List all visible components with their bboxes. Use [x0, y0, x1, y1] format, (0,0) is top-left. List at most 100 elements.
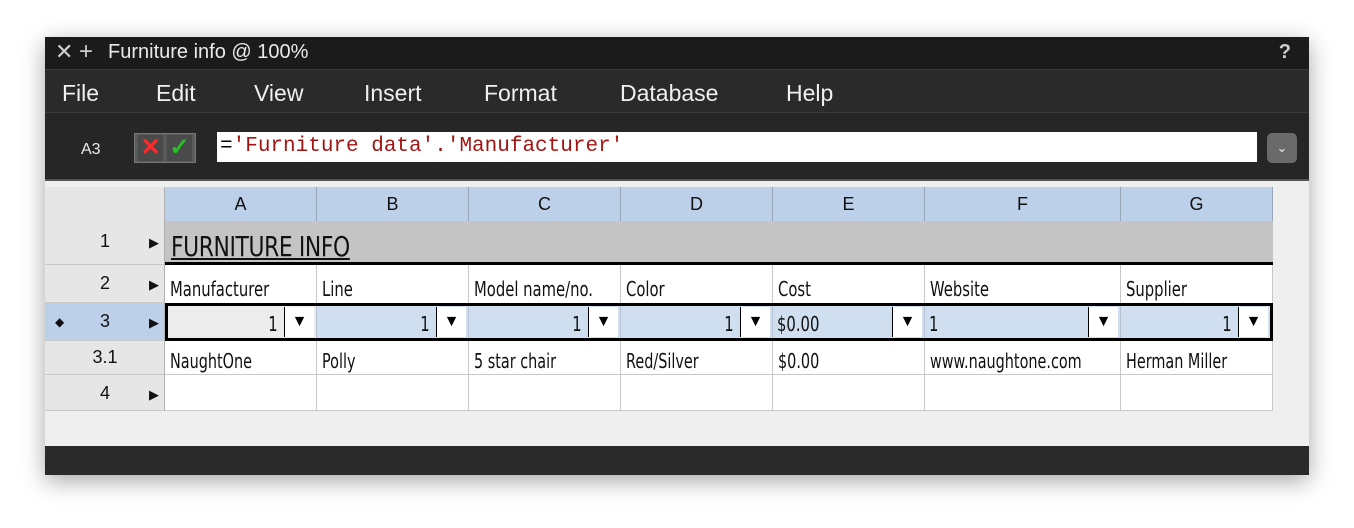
data-cell-supplier[interactable]: Herman Miller	[1121, 341, 1273, 375]
filter-value: 1	[724, 312, 734, 336]
row-number: 3	[99, 311, 110, 331]
column-header-f[interactable]: F	[925, 187, 1121, 221]
formula-prefix: =	[220, 135, 233, 158]
header-cell-line[interactable]: Line	[317, 265, 469, 303]
close-icon[interactable]: ✕	[55, 39, 73, 65]
filter-value: 1	[929, 312, 939, 336]
filter-row: 1 ▼ 1 ▼ 1 ▼ 1 ▼ $0.00 ▼ 1 ▼ 1 ▼	[165, 303, 1273, 341]
menu-view[interactable]: View	[254, 80, 303, 107]
empty-cell[interactable]	[469, 375, 621, 411]
filter-value: 1	[1222, 312, 1232, 336]
dropdown-arrow-icon[interactable]: ▼	[740, 307, 770, 337]
empty-cell[interactable]	[621, 375, 773, 411]
dropdown-arrow-icon[interactable]: ▼	[436, 307, 466, 337]
menu-edit[interactable]: Edit	[156, 80, 196, 107]
column-header-b[interactable]: B	[317, 187, 469, 221]
cell-value: $0.00	[778, 349, 820, 373]
data-cell-color[interactable]: Red/Silver	[621, 341, 773, 375]
data-cell-line[interactable]: Polly	[317, 341, 469, 375]
header-cell-website[interactable]: Website	[925, 265, 1121, 303]
column-header-d[interactable]: D	[621, 187, 773, 221]
status-bar	[45, 446, 1309, 475]
new-window-icon[interactable]: +	[79, 38, 93, 66]
header-label: Website	[930, 277, 990, 301]
data-cell-manufacturer[interactable]: NaughtOne	[165, 341, 317, 375]
formula-bar: A3 ✕ ✓ ='Furniture data'.'Manufacturer' …	[45, 113, 1309, 181]
header-cell-color[interactable]: Color	[621, 265, 773, 303]
cell-value: Red/Silver	[626, 349, 699, 373]
header-label: Manufacturer	[170, 277, 270, 301]
cancel-icon[interactable]: ✕	[138, 135, 163, 161]
data-cell-website[interactable]: www.naughtone.com	[925, 341, 1121, 375]
header-label: Color	[626, 277, 665, 301]
row-number: 2	[99, 273, 110, 293]
accept-icon[interactable]: ✓	[167, 135, 192, 161]
row-header-2[interactable]: 2 ▶	[45, 265, 165, 303]
select-all-corner[interactable]	[45, 187, 165, 221]
filter-cell-model[interactable]: 1 ▼	[469, 306, 621, 338]
cell-value: 5 star chair	[474, 349, 557, 373]
filter-cell-manufacturer[interactable]: 1 ▼	[168, 306, 317, 338]
cell-reference[interactable]: A3	[81, 141, 101, 159]
empty-cell[interactable]	[1121, 375, 1273, 411]
title-cell[interactable]: FURNITURE INFO	[165, 221, 1273, 265]
column-header-a[interactable]: A	[165, 187, 317, 221]
empty-cell[interactable]	[317, 375, 469, 411]
menu-file[interactable]: File	[62, 80, 99, 107]
formula-input[interactable]: ='Furniture data'.'Manufacturer'	[217, 132, 1257, 162]
menu-format[interactable]: Format	[484, 80, 557, 107]
window-title: Furniture info @ 100%	[108, 41, 309, 63]
filter-value: $0.00	[777, 312, 820, 336]
header-label: Line	[322, 277, 353, 301]
filter-cell-cost[interactable]: $0.00 ▼	[773, 306, 925, 338]
column-header-c[interactable]: C	[469, 187, 621, 221]
formula-buttons: ✕ ✓	[134, 133, 196, 163]
filter-value: 1	[268, 312, 278, 336]
row-header-1[interactable]: 1 ▶	[45, 221, 165, 265]
chevron-down-icon[interactable]: ⌄	[1267, 133, 1297, 163]
header-cell-supplier[interactable]: Supplier	[1121, 265, 1273, 303]
expand-arrow-icon[interactable]: ▶	[149, 315, 159, 331]
column-header-g[interactable]: G	[1121, 187, 1273, 221]
row-header-4[interactable]: 4 ▶	[45, 375, 165, 411]
empty-cell[interactable]	[925, 375, 1121, 411]
filter-cell-website[interactable]: 1 ▼	[925, 306, 1121, 338]
filter-value: 1	[572, 312, 582, 336]
spreadsheet-window: ✕ + Furniture info @ 100% ? File Edit Vi…	[45, 37, 1309, 475]
title-bar: ✕ + Furniture info @ 100% ?	[45, 37, 1309, 69]
cell-value: NaughtOne	[170, 349, 252, 373]
data-cell-model[interactable]: 5 star chair	[469, 341, 621, 375]
expand-arrow-icon[interactable]: ▶	[149, 387, 159, 403]
header-cell-manufacturer[interactable]: Manufacturer	[165, 265, 317, 303]
header-label: Supplier	[1126, 277, 1187, 301]
dropdown-arrow-icon[interactable]: ▼	[892, 307, 922, 337]
column-header-e[interactable]: E	[773, 187, 925, 221]
menu-help[interactable]: Help	[786, 80, 833, 107]
dropdown-arrow-icon[interactable]: ▼	[1238, 307, 1268, 337]
empty-cell[interactable]	[165, 375, 317, 411]
expand-arrow-icon[interactable]: ▶	[149, 235, 159, 251]
menu-bar: File Edit View Insert Format Database He…	[45, 69, 1309, 113]
row-header-3-1[interactable]: 3.1	[45, 341, 165, 375]
menu-database[interactable]: Database	[620, 80, 718, 107]
dropdown-arrow-icon[interactable]: ▼	[588, 307, 618, 337]
header-cell-cost[interactable]: Cost	[773, 265, 925, 303]
dropdown-arrow-icon[interactable]: ▼	[1088, 307, 1118, 337]
filter-cell-color[interactable]: 1 ▼	[621, 306, 773, 338]
filter-cell-line[interactable]: 1 ▼	[317, 306, 469, 338]
help-icon[interactable]: ?	[1279, 41, 1291, 64]
dropdown-arrow-icon[interactable]: ▼	[284, 307, 314, 337]
filter-value: 1	[420, 312, 430, 336]
filter-cell-supplier[interactable]: 1 ▼	[1121, 306, 1270, 338]
expand-arrow-icon[interactable]: ▶	[149, 277, 159, 293]
data-cell-cost[interactable]: $0.00	[773, 341, 925, 375]
cell-value: Polly	[322, 349, 356, 373]
row-header-3[interactable]: ◆ 3 ▶	[45, 303, 165, 341]
sheet-grid: A B C D E F G 1 ▶ 2 ▶ ◆ 3 ▶ 3.1 4 ▶ FURN…	[45, 181, 1309, 446]
cell-value: Herman Miller	[1126, 349, 1228, 373]
menu-insert[interactable]: Insert	[364, 80, 422, 107]
row-number: 3.1	[92, 347, 118, 367]
empty-cell[interactable]	[773, 375, 925, 411]
header-cell-model[interactable]: Model name/no.	[469, 265, 621, 303]
sheet-title: FURNITURE INFO	[171, 230, 350, 263]
